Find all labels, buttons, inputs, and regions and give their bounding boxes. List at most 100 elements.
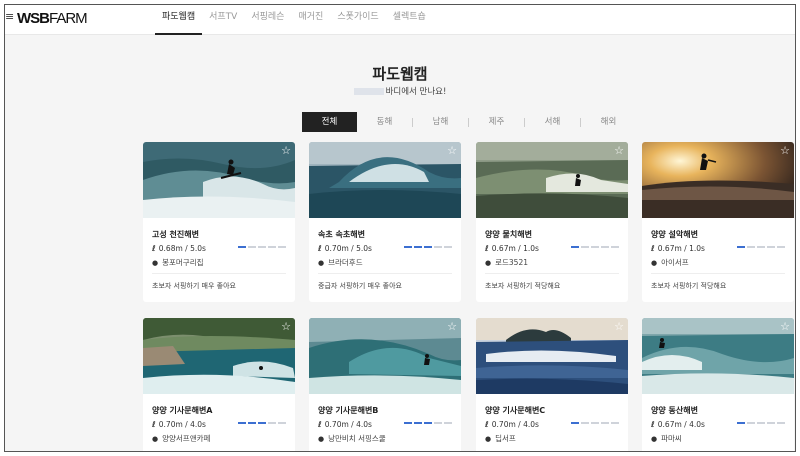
location-info: ● 딥서프 [485, 433, 516, 444]
level-segment [611, 422, 619, 424]
wave-info: ℓ 0.67m / 1.0s [651, 244, 705, 253]
location-name: 양양서프앤카페 [162, 434, 211, 443]
level-segment [747, 422, 755, 424]
webcam-card[interactable]: ☆ 양양 기사문해변C ℓ 0.70m / 4.0s ● 딥서프 [476, 318, 628, 451]
level-segment [268, 246, 276, 248]
tab-all[interactable]: 전체 [302, 112, 357, 132]
page-subtitle: 바디에서 만나요! [5, 85, 795, 97]
location-info: ● 아이서프 [651, 257, 689, 268]
favorite-star-icon[interactable]: ☆ [281, 145, 291, 156]
level-segment [601, 422, 609, 424]
favorite-star-icon[interactable]: ☆ [447, 145, 457, 156]
card-divider [318, 273, 452, 274]
top-navigation-bar: ≡ WSB FARM 파도웹캠 서프TV 서핑레슨 매거진 스폿가이드 셀렉트숍 [5, 5, 795, 35]
location-name: 딥서프 [495, 434, 516, 443]
wave-info: ℓ 0.70m / 4.0s [152, 420, 206, 429]
webcam-card[interactable]: ☆ 양양 기사문해변B ℓ 0.70m / 4.0s ● 낭만비치 서핑스쿨 [309, 318, 461, 451]
nav-item-webcam[interactable]: 파도웹캠 [155, 5, 203, 35]
webcam-card[interactable]: ☆ 양양 기사문해변A ℓ 0.70m / 4.0s ● 양양서프앤카페 [143, 318, 295, 451]
webcam-thumbnail[interactable]: ☆ [642, 142, 794, 218]
webcam-thumbnail[interactable]: ☆ [309, 318, 461, 394]
location-name: 아이서프 [661, 258, 689, 267]
location-pin-icon: ● [651, 434, 658, 443]
level-segment [571, 422, 579, 424]
card-divider [651, 273, 785, 274]
nav-item-lesson[interactable]: 서핑레슨 [244, 5, 291, 35]
wave-value: 0.67m / 1.0s [491, 244, 539, 253]
wave-icon: ℓ [318, 420, 322, 429]
nav-item-spot-guide[interactable]: 스폿가이드 [330, 5, 385, 35]
location-pin-icon: ● [152, 258, 159, 267]
level-segment [434, 422, 442, 424]
wave-value: 0.70m / 4.0s [491, 420, 539, 429]
subtitle-text: 바디에서 만나요! [385, 87, 447, 97]
site-logo[interactable]: WSB FARM [17, 9, 88, 27]
wave-icon: ℓ [485, 420, 489, 429]
location-pin-icon: ● [152, 434, 159, 443]
wave-info: ℓ 0.70m / 4.0s [318, 420, 372, 429]
level-segment [404, 422, 412, 424]
favorite-star-icon[interactable]: ☆ [614, 145, 624, 156]
surf-level-meter [735, 422, 785, 424]
favorite-star-icon[interactable]: ☆ [780, 145, 790, 156]
level-segment [404, 246, 412, 248]
level-segment [248, 246, 256, 248]
webcam-thumbnail[interactable]: ☆ [642, 318, 794, 394]
surf-level-meter [236, 246, 286, 248]
webcam-card[interactable]: ☆ 고성 천진해변 ℓ 0.68m / 5.0s ● 봉포머구리집 초보자 서핑하기… [143, 142, 295, 302]
level-segment [278, 422, 286, 424]
spot-name: 양양 기사문해변B [318, 406, 379, 415]
location-name: 봉포머구리집 [162, 258, 204, 267]
webcam-thumbnail[interactable]: ☆ [309, 142, 461, 218]
region-filter-tabs: 전체 동해 남해 제주 서해 해외 [302, 112, 636, 132]
logo-thin-text: FARM [49, 9, 88, 27]
level-segment [444, 422, 452, 424]
level-segment [238, 246, 246, 248]
main-nav: 파도웹캠 서프TV 서핑레슨 매거진 스폿가이드 셀렉트숍 [155, 5, 433, 35]
location-info: ● 파마씨 [651, 433, 682, 444]
hamburger-icon[interactable]: ≡ [5, 11, 15, 23]
tab-east[interactable]: 동해 [357, 112, 412, 132]
spot-name: 고성 천진해변 [152, 230, 199, 239]
wave-value: 0.70m / 5.0s [324, 244, 372, 253]
webcam-card[interactable]: ☆ 양양 동산해변 ℓ 0.67m / 4.0s ● 파마씨 [642, 318, 794, 451]
spot-name: 양양 설악해변 [651, 230, 698, 239]
level-segment [258, 422, 266, 424]
tab-overseas[interactable]: 해외 [581, 112, 636, 132]
favorite-star-icon[interactable]: ☆ [780, 321, 790, 332]
tab-jeju[interactable]: 제주 [469, 112, 524, 132]
level-segment [444, 246, 452, 248]
wave-info: ℓ 0.70m / 5.0s [318, 244, 372, 253]
webcam-card[interactable]: ☆ 양양 설악해변 ℓ 0.67m / 1.0s ● 아이서프 초보자 서핑하기 적… [642, 142, 794, 302]
location-info: ● 로드3521 [485, 257, 528, 268]
spot-name: 속초 속초해변 [318, 230, 365, 239]
tab-west[interactable]: 서해 [525, 112, 580, 132]
spot-name: 양양 물치해변 [485, 230, 532, 239]
wave-icon: ℓ [152, 244, 156, 253]
level-segment [747, 246, 755, 248]
location-info: ● 양양서프앤카페 [152, 433, 210, 444]
webcam-thumbnail[interactable]: ☆ [143, 142, 295, 218]
webcam-card[interactable]: ☆ 속초 속초해변 ℓ 0.70m / 5.0s ● 브라더후드 중급자 서핑하기 … [309, 142, 461, 302]
webcam-card[interactable]: ☆ 양양 물치해변 ℓ 0.67m / 1.0s ● 로드3521 초보자 서핑하기… [476, 142, 628, 302]
surf-condition-text: 초보자 서핑하기 매우 좋아요 [152, 282, 236, 290]
favorite-star-icon[interactable]: ☆ [447, 321, 457, 332]
nav-item-surftv[interactable]: 서프TV [202, 5, 244, 35]
nav-item-select-shop[interactable]: 셀렉트숍 [386, 5, 433, 35]
favorite-star-icon[interactable]: ☆ [281, 321, 291, 332]
tab-south[interactable]: 남해 [413, 112, 468, 132]
webcam-thumbnail[interactable]: ☆ [476, 318, 628, 394]
card-divider [152, 273, 286, 274]
nav-item-magazine[interactable]: 매거진 [291, 5, 330, 35]
favorite-star-icon[interactable]: ☆ [614, 321, 624, 332]
location-pin-icon: ● [485, 258, 492, 267]
surf-level-meter [569, 246, 619, 248]
surf-level-meter [402, 246, 452, 248]
wave-icon: ℓ [651, 244, 655, 253]
surf-level-meter [236, 422, 286, 424]
level-segment [757, 422, 765, 424]
webcam-thumbnail[interactable]: ☆ [476, 142, 628, 218]
location-name: 낭만비치 서핑스쿨 [328, 434, 386, 443]
webcam-thumbnail[interactable]: ☆ [143, 318, 295, 394]
location-pin-icon: ● [485, 434, 492, 443]
